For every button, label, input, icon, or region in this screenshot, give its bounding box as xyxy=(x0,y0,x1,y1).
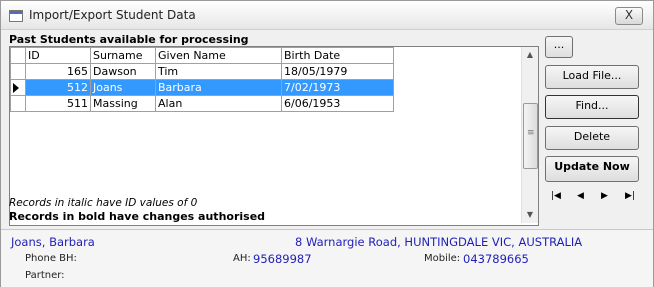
column-header-birth-date[interactable]: Birth Date xyxy=(281,47,394,64)
next-record-icon[interactable]: ▶ xyxy=(601,191,608,201)
cell-given-name[interactable]: Tim xyxy=(155,63,282,80)
phone-bh-label: Phone BH: xyxy=(25,253,77,264)
mobile-label: Mobile: xyxy=(424,253,461,264)
student-name: Joans, Barbara xyxy=(11,235,95,249)
import-export-window: Import/Export Student Data X Past Studen… xyxy=(0,0,654,287)
cell-birth-date[interactable]: 7/02/1973 xyxy=(281,79,394,96)
student-details-panel: Joans, Barbara 8 Warnargie Road, HUNTING… xyxy=(1,229,653,287)
row-selector[interactable] xyxy=(10,95,26,112)
row-selector-header xyxy=(10,47,26,64)
delete-button[interactable]: Delete xyxy=(545,126,639,150)
record-navigator: |◀ ◀ ▶ ▶| xyxy=(549,191,641,205)
update-now-button[interactable]: Update Now xyxy=(545,156,639,182)
first-record-icon[interactable]: |◀ xyxy=(551,191,561,201)
column-header-surname[interactable]: Surname xyxy=(90,47,156,64)
window-title: Import/Export Student Data xyxy=(29,8,196,22)
ah-phone-value: 95689987 xyxy=(253,252,312,266)
cell-id[interactable]: 511 xyxy=(25,95,91,112)
find-button[interactable]: Find... xyxy=(545,95,639,119)
table-row[interactable]: 165 Dawson Tim 18/05/1979 xyxy=(10,63,394,80)
row-selector[interactable] xyxy=(10,63,26,80)
student-address: 8 Warnargie Road, HUNTINGDALE VIC, AUSTR… xyxy=(295,235,583,249)
bold-records-note: Records in bold have changes authorised xyxy=(9,210,266,223)
close-button[interactable]: X xyxy=(615,7,643,25)
scrollbar-thumb[interactable] xyxy=(523,103,538,169)
last-record-icon[interactable]: ▶| xyxy=(625,191,635,201)
italic-records-note: Records in italic have ID values of 0 xyxy=(9,197,198,209)
previous-record-icon[interactable]: ◀ xyxy=(577,191,584,201)
students-grid-panel: Past Students available for processing I… xyxy=(9,33,539,226)
row-selector[interactable] xyxy=(10,79,26,96)
cell-birth-date[interactable]: 6/06/1953 xyxy=(281,95,394,112)
cell-id[interactable]: 512 xyxy=(25,79,91,96)
students-table: ID Surname Given Name Birth Date 165 Daw… xyxy=(10,47,394,112)
ah-phone-label: AH: xyxy=(233,253,251,264)
table-row[interactable]: 511 Massing Alan 6/06/1953 xyxy=(10,95,394,112)
table-header-row: ID Surname Given Name Birth Date xyxy=(10,47,394,64)
cell-given-name[interactable]: Barbara xyxy=(155,79,282,96)
cell-id[interactable]: 165 xyxy=(25,63,91,80)
scroll-up-icon[interactable]: ▲ xyxy=(522,47,538,63)
title-bar: Import/Export Student Data X xyxy=(1,1,653,30)
grid-caption: Past Students available for processing xyxy=(9,33,249,46)
browse-button[interactable]: ... xyxy=(545,36,573,58)
current-row-arrow-icon xyxy=(13,83,19,93)
table-row-selected[interactable]: 512 Joans Barbara 7/02/1973 xyxy=(10,79,394,96)
scroll-down-icon[interactable]: ▼ xyxy=(522,207,538,223)
window-icon xyxy=(9,10,23,22)
cell-surname[interactable]: Joans xyxy=(90,79,156,96)
cell-birth-date[interactable]: 18/05/1979 xyxy=(281,63,394,80)
partner-label: Partner: xyxy=(25,270,65,281)
vertical-scrollbar[interactable]: ▲ ▼ xyxy=(521,47,538,223)
load-file-button[interactable]: Load File... xyxy=(545,65,639,89)
cell-surname[interactable]: Massing xyxy=(90,95,156,112)
mobile-value: 043789665 xyxy=(463,252,529,266)
column-header-given-name[interactable]: Given Name xyxy=(155,47,282,64)
cell-given-name[interactable]: Alan xyxy=(155,95,282,112)
cell-surname[interactable]: Dawson xyxy=(90,63,156,80)
column-header-id[interactable]: ID xyxy=(25,47,91,64)
